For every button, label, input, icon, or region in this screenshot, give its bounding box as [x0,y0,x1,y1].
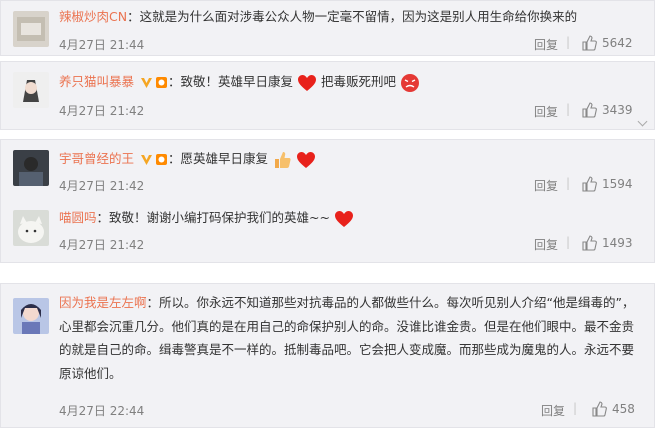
like-button[interactable]: 1594 [581,176,633,192]
heart-emoji [296,151,315,168]
like-button[interactable]: 3439 [581,102,633,118]
comment-body: ：这就是为什么面对涉毒公众人物一定毫不留情，因为这是别人用生命给你换来的 [127,9,578,24]
angry-face-emoji [400,73,419,92]
comment-text: 喵圆吗：致敬！谢谢小编打码保护我们的英雄~~ [59,207,354,229]
thumbs-up-emoji [275,151,291,168]
thumbs-up-icon [582,35,597,51]
username-link[interactable]: 养只猫叫暴暴 [59,74,134,89]
comment-body-2: 把毒贩死刑吧 [320,74,396,89]
verified-v-icon [141,78,152,88]
thumbs-up-icon [592,401,607,417]
comment-time: 4月27日 21:44 [59,38,145,52]
avatar[interactable] [13,210,49,246]
thumbs-up-icon [582,235,597,251]
comment-text: 宇哥曾经的王 ：愿英雄早日康复 [59,148,316,170]
like-count: 5642 [602,36,633,50]
like-count: 1594 [602,177,633,191]
comment-card-3: 宇哥曾经的王 ：愿英雄早日康复 4月27日 21:42 回复 | 1594 喵圆… [0,139,655,263]
reply-button[interactable]: 回复 [534,36,558,53]
like-button[interactable]: 5642 [581,35,633,51]
fan-badge-icon [156,154,167,165]
like-button[interactable]: 458 [591,401,635,417]
comment-time: 4月27日 21:42 [59,238,145,252]
comment-time: 4月27日 21:42 [59,179,145,193]
divider: | [566,102,571,116]
username-link[interactable]: 宇哥曾经的王 [59,151,134,166]
avatar[interactable] [13,72,49,108]
like-button[interactable]: 1493 [581,235,633,251]
collapse-corner-icon [637,116,648,127]
comment-time: 4月27日 22:44 [59,404,145,418]
username-link[interactable]: 因为我是左左啊 [59,295,147,310]
comment-text: 辣椒炒肉CN：这就是为什么面对涉毒公众人物一定毫不留情，因为这是别人用生命给你换… [59,6,577,28]
avatar[interactable] [13,150,49,186]
like-count: 3439 [602,103,633,117]
reply-button[interactable]: 回复 [534,236,558,253]
comment-body: ：致敬！英雄早日康复 [168,74,294,89]
avatar[interactable] [13,298,49,334]
comment-card-1: 辣椒炒肉CN：这就是为什么面对涉毒公众人物一定毫不留情，因为这是别人用生命给你换… [0,0,655,56]
username-link[interactable]: 辣椒炒肉CN [59,9,127,24]
comment-body: ：致敬！谢谢小编打码保护我们的英雄~~ [96,210,330,225]
reply-button[interactable]: 回复 [534,177,558,194]
thumbs-up-icon [582,102,597,118]
divider: | [566,35,571,49]
comment-text: 因为我是左左啊：所以。你永远不知道那些对抗毒品的人都做些什么。每次听见别人介绍“… [59,291,644,385]
divider: | [566,235,571,249]
like-count: 1493 [602,236,633,250]
comment-time: 4月27日 21:42 [59,104,145,118]
comment-card-2: 养只猫叫暴暴 ：致敬！英雄早日康复 把毒贩死刑吧 4月27日 21:42 回复 … [0,61,655,130]
like-count: 458 [612,402,635,416]
username-link[interactable]: 喵圆吗 [59,210,97,225]
heart-emoji [298,74,316,91]
comment-text: 养只猫叫暴暴 ：致敬！英雄早日康复 把毒贩死刑吧 [59,71,420,93]
verified-v-icon [141,155,152,165]
heart-emoji [334,210,353,227]
divider: | [566,176,571,190]
thumbs-up-icon [582,176,597,192]
comment-body: ：愿英雄早日康复 [168,151,269,166]
divider: | [573,401,578,415]
reply-button[interactable]: 回复 [534,103,558,120]
comment-card-5: 因为我是左左啊：所以。你永远不知道那些对抗毒品的人都做些什么。每次听见别人介绍“… [0,283,655,428]
reply-button[interactable]: 回复 [541,402,565,419]
avatar[interactable] [13,11,49,47]
fan-badge-icon [156,77,167,88]
